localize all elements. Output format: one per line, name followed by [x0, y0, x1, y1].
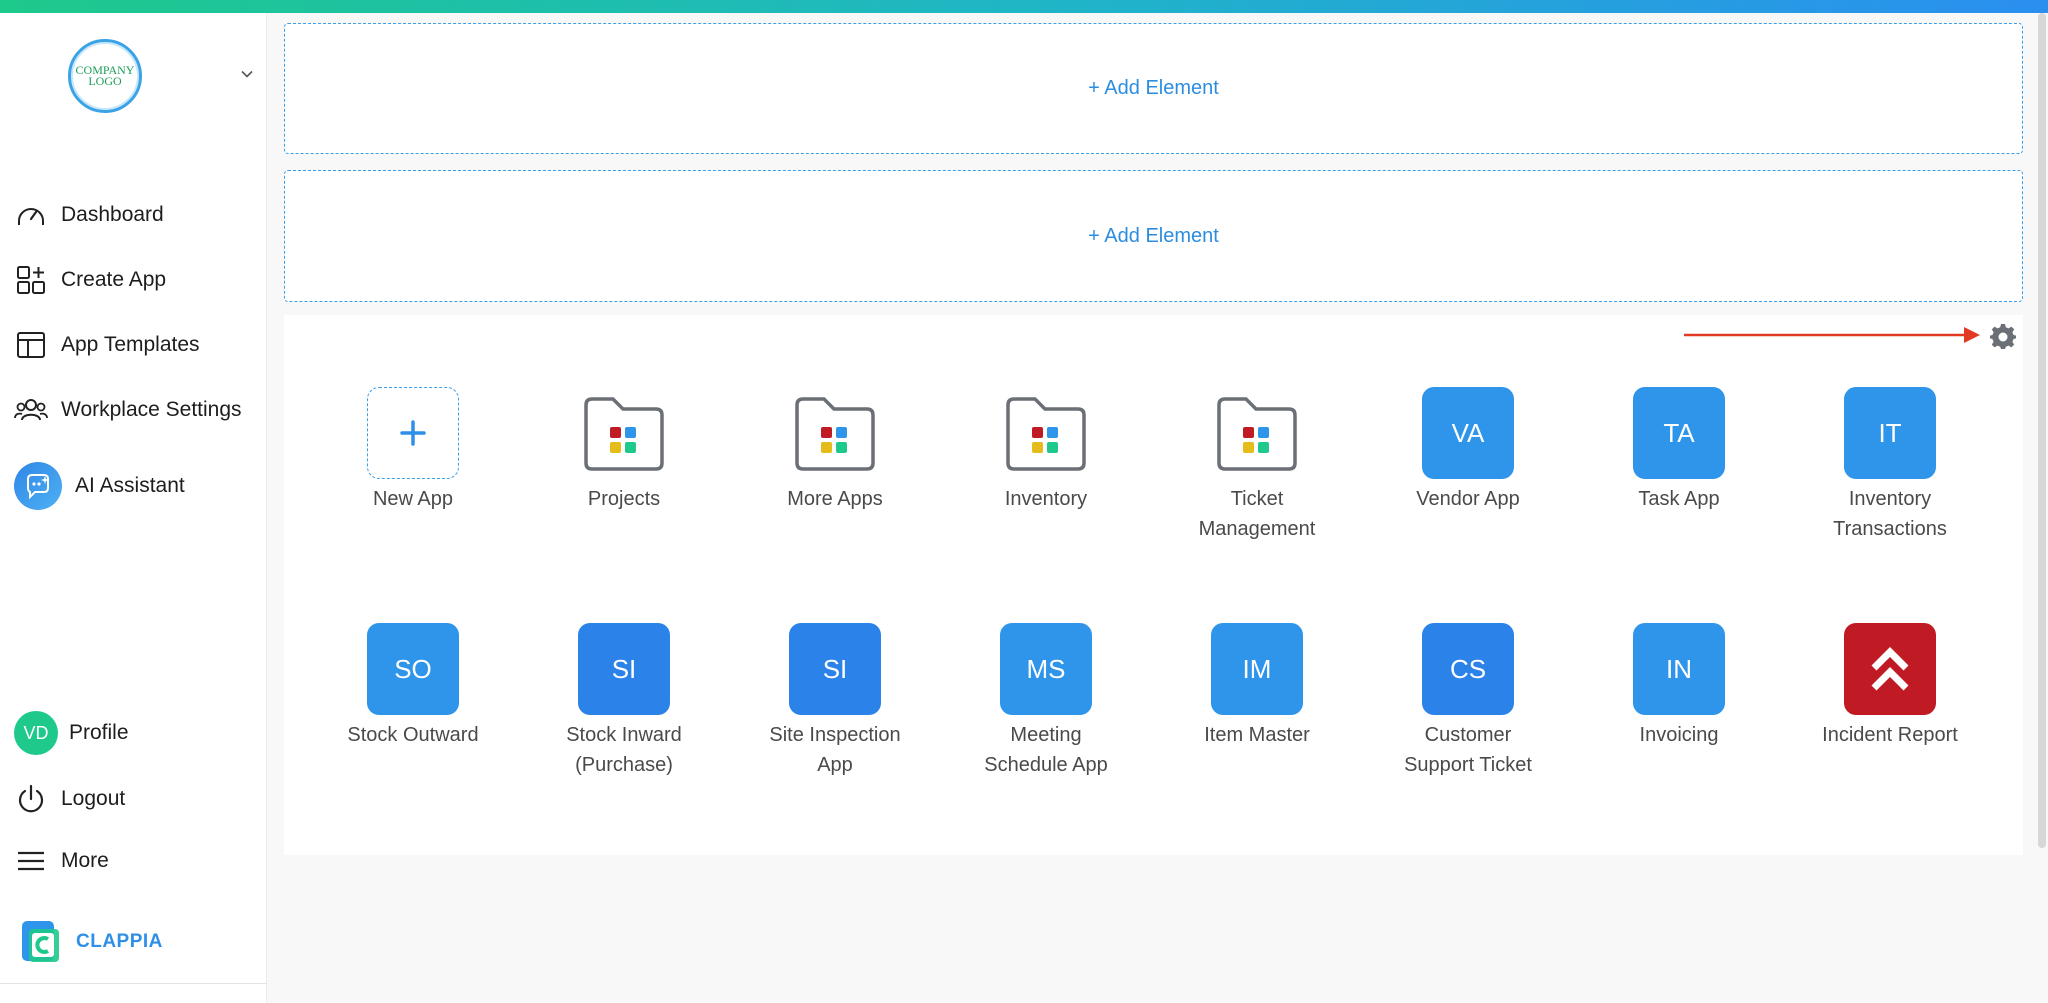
app-initials-tile: SO	[367, 623, 459, 715]
sidebar-item-label: Profile	[69, 721, 129, 744]
app-name: More Apps	[787, 488, 883, 510]
add-element-button[interactable]: + Add Element	[1088, 77, 1219, 100]
app-name: New App	[372, 488, 454, 510]
app-initials-tile: MS	[1000, 623, 1092, 715]
sidebar-item-more[interactable]: More	[14, 839, 259, 883]
app-name: Inventory Transactions	[1833, 488, 1947, 540]
app-name: Projects	[587, 488, 661, 510]
sidebar-item-label: Create App	[61, 268, 167, 291]
sidebar-item-profile[interactable]: VD Profile	[14, 709, 259, 757]
app-initials-tile: VA	[1422, 387, 1514, 479]
app-name: Item Master	[1204, 724, 1310, 746]
sidebar-item-label: Dashboard	[61, 203, 164, 226]
app-stock-outward[interactable]: SO Stock Outward	[313, 623, 513, 750]
folder-apps-icon	[578, 387, 670, 479]
app-initials-tile: IM	[1211, 623, 1303, 715]
app-name: Stock Outward	[347, 724, 479, 746]
ai-assistant-icon	[14, 462, 62, 510]
add-element-zone-1[interactable]: + Add Element	[284, 23, 2023, 154]
app-inventory[interactable]: Inventory	[946, 387, 1146, 514]
app-name: Inventory	[1004, 488, 1088, 510]
app-name: Incident Report	[1822, 724, 1958, 746]
app-new-app[interactable]: New App	[313, 387, 513, 514]
app-name: Customer Support Ticket	[1404, 724, 1532, 776]
app-inventory-transactions[interactable]: IT Inventory Transactions	[1790, 387, 1990, 544]
add-element-zone-2[interactable]: + Add Element	[284, 170, 2023, 302]
brand-name: CLAPPIA	[76, 931, 163, 952]
sidebar-item-workplace-settings[interactable]: Workplace Settings	[14, 388, 259, 432]
power-icon	[14, 782, 48, 816]
clappia-logo-icon	[20, 919, 62, 965]
scrollbar[interactable]	[2038, 13, 2046, 848]
users-group-icon	[14, 393, 48, 427]
app-initials-tile: CS	[1422, 623, 1514, 715]
new-app-tile[interactable]	[367, 387, 459, 479]
sidebar-item-app-templates[interactable]: App Templates	[14, 323, 259, 367]
folder-apps-icon	[1211, 387, 1303, 479]
app-stock-inward[interactable]: SI Stock Inward (Purchase)	[524, 623, 724, 780]
app-more-apps[interactable]: More Apps	[735, 387, 935, 514]
app-name: Stock Inward (Purchase)	[566, 724, 682, 776]
app-initials-tile: TA	[1633, 387, 1725, 479]
app-meeting-schedule[interactable]: MS Meeting Schedule App	[946, 623, 1146, 780]
app-task-app[interactable]: TA Task App	[1579, 387, 1779, 514]
app-initials-tile: SI	[789, 623, 881, 715]
dashboard-gauge-icon	[14, 198, 48, 232]
avatar: VD	[14, 711, 58, 755]
app-ticket-management[interactable]: Ticket Management	[1157, 387, 1357, 544]
app-name: Task App	[1638, 488, 1720, 510]
company-logo[interactable]: COMPANY LOGO	[68, 39, 142, 113]
folder-apps-icon	[789, 387, 881, 479]
sidebar-item-ai-assistant[interactable]: AI Assistant	[14, 459, 259, 513]
app-projects[interactable]: Projects	[524, 387, 724, 514]
sidebar-item-logout[interactable]: Logout	[14, 777, 259, 821]
company-logo-text: COMPANY LOGO	[75, 63, 135, 88]
sidebar-item-label: App Templates	[61, 333, 200, 356]
app-invoicing[interactable]: IN Invoicing	[1579, 623, 1779, 750]
app-name: Meeting Schedule App	[984, 724, 1108, 776]
sidebar-item-label: AI Assistant	[75, 474, 185, 497]
chevron-down-icon[interactable]	[240, 67, 254, 81]
sidebar: COMPANY LOGO Dashboard Create App App Tem…	[0, 13, 267, 1003]
folder-apps-icon	[1000, 387, 1092, 479]
app-item-master[interactable]: IM Item Master	[1157, 623, 1357, 750]
red-arrow-annotation	[1684, 327, 1980, 343]
app-customer-support-ticket[interactable]: CS Customer Support Ticket	[1368, 623, 1568, 780]
app-name: Invoicing	[1639, 724, 1719, 746]
sidebar-item-create-app[interactable]: Create App	[14, 258, 259, 302]
template-layout-icon	[14, 328, 48, 362]
app-initials-tile: IT	[1844, 387, 1936, 479]
app-vendor-app[interactable]: VA Vendor App	[1368, 387, 1568, 514]
top-gradient-bar	[0, 0, 2048, 13]
app-initials-tile: SI	[578, 623, 670, 715]
app-name: Vendor App	[1416, 488, 1520, 510]
divider	[0, 983, 267, 984]
grid-plus-icon	[14, 263, 48, 297]
clappia-brand[interactable]: CLAPPIA	[20, 919, 163, 965]
app-name: Ticket Management	[1198, 488, 1316, 540]
sidebar-item-label: Workplace Settings	[61, 398, 242, 421]
add-element-button[interactable]: + Add Element	[1088, 225, 1219, 248]
chevrons-up-icon	[1844, 623, 1936, 715]
hamburger-menu-icon	[14, 844, 48, 878]
sidebar-item-dashboard[interactable]: Dashboard	[14, 193, 259, 237]
plus-icon	[400, 420, 426, 446]
gear-icon[interactable]	[1990, 323, 2016, 349]
app-name: Site Inspection App	[769, 724, 901, 776]
app-incident-report[interactable]: Incident Report	[1790, 623, 1990, 750]
app-initials-tile: IN	[1633, 623, 1725, 715]
sidebar-item-label: Logout	[61, 787, 126, 810]
sidebar-item-label: More	[61, 849, 109, 872]
app-site-inspection[interactable]: SI Site Inspection App	[735, 623, 935, 780]
